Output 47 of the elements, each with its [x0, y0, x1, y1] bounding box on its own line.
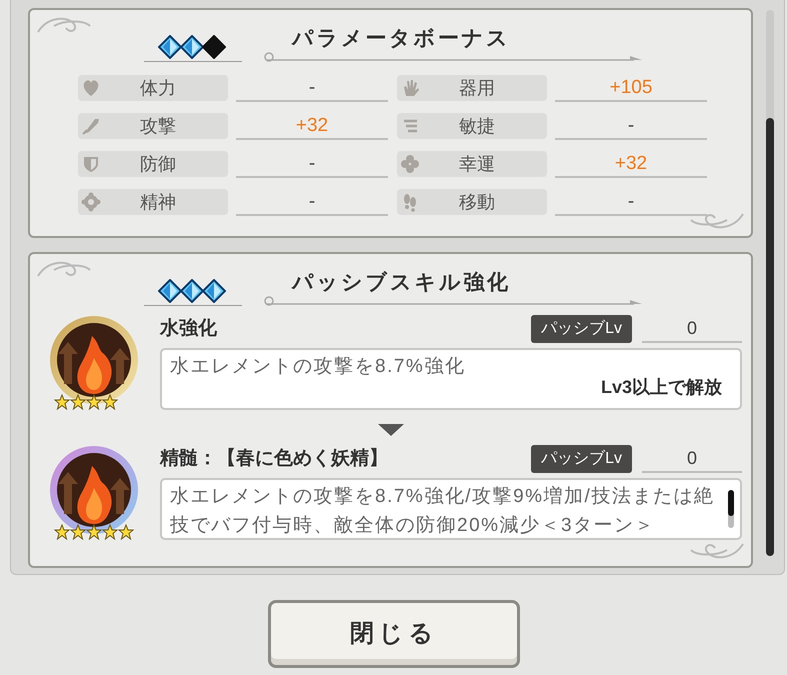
- skill-description: 水エレメントの攻撃を8.7%強化/攻撃9%増加/技法または絶技でバフ付与時、敵全体の防御20%減少＜3ターン＞: [170, 484, 716, 538]
- stat-label: 防御: [140, 152, 176, 176]
- stat-value: +32: [236, 112, 388, 140]
- unlock-condition: Lv3以上で解放: [600, 376, 722, 399]
- scrollbar-track[interactable]: [728, 490, 734, 528]
- stat-value: -: [236, 188, 388, 216]
- close-button[interactable]: 閉じる: [268, 600, 520, 668]
- skill-description: 水エレメントの攻撃を8.7%強化: [170, 355, 466, 379]
- stat-label: 敏捷: [459, 114, 495, 138]
- scrollbar-thumb[interactable]: [728, 490, 734, 516]
- stat-value: +32: [555, 150, 707, 178]
- star-icon: [86, 394, 102, 410]
- skill-name: 水強化: [160, 316, 217, 341]
- stat-value: -: [236, 74, 388, 102]
- section-title: パッシブスキル強化: [292, 270, 511, 296]
- level-value: 0: [642, 315, 742, 343]
- star-icon: [70, 524, 86, 540]
- stat-label: 幸運: [459, 152, 495, 176]
- star-icon: [118, 524, 134, 540]
- stat-value: +105: [555, 74, 707, 102]
- stat-value: -: [555, 112, 707, 140]
- stat-label: 体力: [140, 76, 176, 100]
- stat-label: 精神: [140, 190, 176, 214]
- star-icon: [54, 524, 70, 540]
- star-icon: [70, 394, 86, 410]
- clover-icon: [400, 154, 420, 174]
- star-icon: [54, 394, 70, 410]
- stat-label: 移動: [459, 190, 495, 214]
- stat-value: -: [555, 188, 707, 216]
- stat-value: -: [236, 150, 388, 178]
- flower-icon: [81, 192, 101, 212]
- star-icon: [86, 524, 102, 540]
- level-value: 0: [642, 445, 742, 473]
- down-arrow-icon: [378, 424, 404, 438]
- level-badge: パッシブLv: [531, 445, 632, 473]
- section-title: パラメータボーナス: [292, 26, 511, 52]
- stat-label: 攻撃: [140, 114, 176, 138]
- stat-label: 器用: [459, 76, 495, 100]
- level-badge: パッシブLv: [531, 315, 632, 343]
- star-icon: [102, 524, 118, 540]
- skill-name: 精髄：【春に色めく妖精】: [160, 446, 388, 471]
- shield-icon: [81, 154, 101, 174]
- scrollbar-thumb[interactable]: [766, 118, 774, 556]
- star-icon: [102, 394, 118, 410]
- sword-icon: [81, 116, 101, 136]
- scrollbar-track[interactable]: [766, 10, 774, 556]
- heart-icon: [81, 78, 101, 98]
